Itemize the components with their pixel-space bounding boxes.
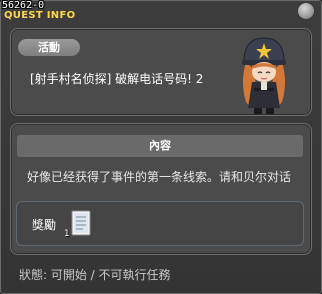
category-tag: 活動 [18,39,80,56]
quest-description: 好像已经获得了事件的第一条线索。请和贝尔对话 [27,170,292,184]
reward-quantity: 1 [64,229,70,239]
content-section-header: 內容 [17,135,303,157]
window-title: QUEST INFO [4,10,76,21]
reward-box [16,201,304,246]
npc-detective-portrait [242,37,286,114]
quest-name: [射手村名侦探] 破解电话号码! 2 [30,72,204,86]
close-button[interactable] [297,2,315,20]
quest-status: 狀態: 可開始 / 不可執行任務 [19,268,171,282]
letter-icon[interactable] [68,209,94,239]
reward-label: 獎勵 [32,218,57,232]
